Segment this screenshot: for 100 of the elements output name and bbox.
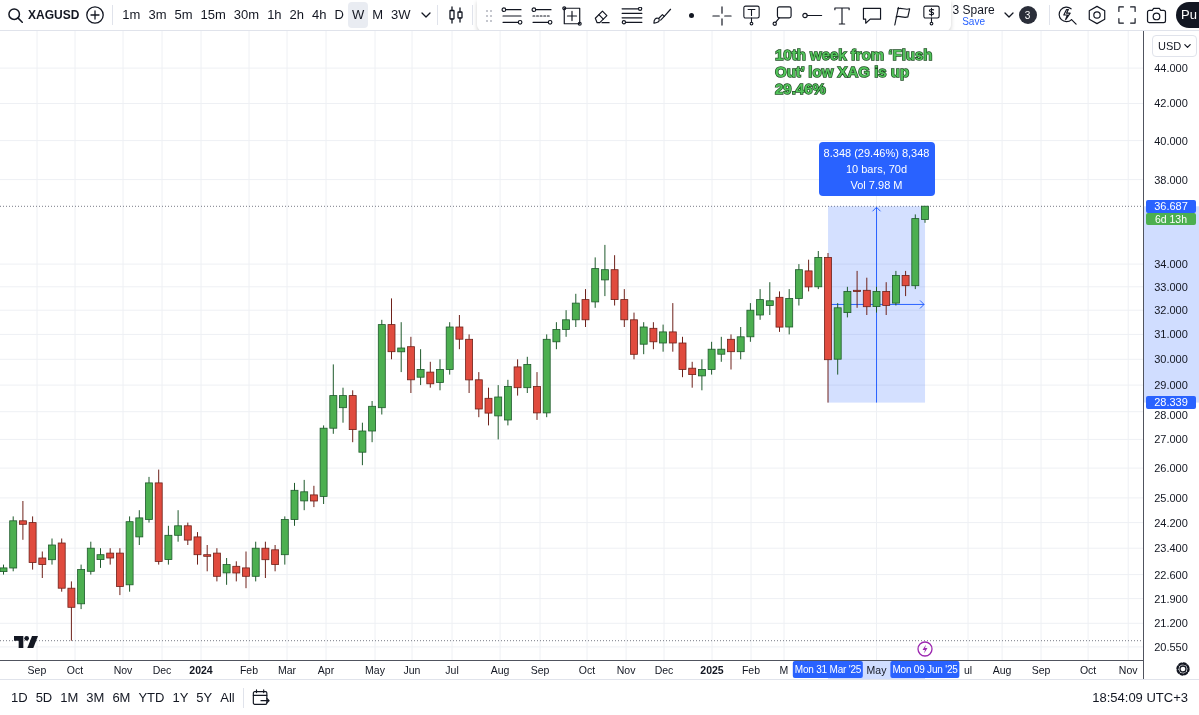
axis-label: May [365, 663, 385, 677]
callout-icon[interactable] [771, 5, 792, 26]
add-icon[interactable] [86, 6, 105, 24]
axis-label: Sep [530, 663, 550, 677]
axis-label: 26.000 [1154, 462, 1188, 475]
date-label: Mon 31 Mar '25 [792, 661, 864, 678]
interval-tab[interactable]: 1h [263, 2, 286, 28]
range-button[interactable]: 1Y [168, 685, 193, 710]
calendar-icon[interactable] [251, 688, 270, 707]
axis-label: 34.000 [1154, 258, 1188, 271]
axis-label: 21.900 [1154, 592, 1188, 605]
axis-label: Aug [992, 663, 1012, 677]
candlestick-icon[interactable] [447, 6, 464, 24]
range-button[interactable]: All [216, 685, 239, 710]
chevron-down-icon[interactable] [420, 12, 431, 18]
axis-label: Feb [741, 663, 761, 677]
eraser-icon[interactable] [592, 7, 611, 24]
interval-tab[interactable]: W [347, 2, 369, 28]
chevron-down-icon [1184, 44, 1192, 48]
brush-icon[interactable] [651, 6, 672, 25]
crosshair-box-icon[interactable] [561, 5, 582, 26]
axis-label: 29.000 [1154, 379, 1188, 392]
axis-label: Oct [1079, 663, 1097, 677]
interval-tab[interactable]: 5m [170, 2, 197, 28]
price-label: 36.687 [1146, 199, 1196, 213]
axis-label: 44.000 [1154, 62, 1188, 75]
axis-label: Sep [27, 663, 47, 677]
axis-label: May [866, 663, 887, 677]
axis-label: 42.000 [1154, 97, 1188, 110]
bolt-magnifier-icon[interactable] [1056, 5, 1077, 25]
axis-label: 28.000 [1154, 409, 1188, 422]
dot-icon[interactable] [689, 13, 695, 18]
axis-label: Jul [445, 663, 459, 677]
parallel-lines-icon[interactable] [500, 6, 523, 25]
axis-label: Oct [66, 663, 84, 677]
settings-icon[interactable] [1176, 662, 1190, 676]
range-button[interactable]: 1M [56, 685, 83, 710]
axis-label: 24.200 [1154, 516, 1188, 529]
dashed-lines-icon[interactable] [530, 6, 553, 25]
axis-label: Dec [654, 663, 674, 677]
range-button[interactable]: 6M [108, 685, 135, 710]
interval-tab[interactable]: 3W [387, 2, 415, 28]
measurement-text: 8.348 (29.46%) 8,348 [823, 146, 930, 162]
search-icon[interactable] [8, 7, 23, 23]
axis-label: Nov [1118, 663, 1138, 677]
interval-tab[interactable]: 2h [285, 2, 309, 28]
axis-label: Dec [152, 663, 172, 677]
range-button[interactable]: YTD [134, 685, 169, 710]
clock-text: 18:54:09 UTC+3 [1092, 688, 1188, 707]
price-label: 28.339 [1146, 396, 1196, 410]
lightning-icon[interactable] [917, 641, 934, 657]
measurement-text: Vol 7.98 M [850, 178, 903, 194]
axis-label: 31.000 [1154, 328, 1188, 341]
range-button[interactable]: 1D [7, 685, 32, 710]
camera-icon[interactable] [1146, 6, 1168, 24]
axis-label: 23.400 [1154, 542, 1188, 555]
measurement-text: 10 bars, 70d [845, 162, 908, 178]
date-label: Mon 09 Jun '25 [890, 661, 960, 678]
interval-tab[interactable]: 3m [144, 2, 171, 28]
chevron-down-icon[interactable] [1003, 12, 1014, 18]
interval-tab[interactable]: 30m [229, 2, 264, 28]
range-button[interactable]: 5D [31, 685, 57, 710]
fullscreen-icon[interactable] [1117, 6, 1136, 24]
axis-label: M [779, 663, 789, 677]
axis-label: 20.550 [1154, 640, 1188, 653]
interval-tab[interactable]: 15m [196, 2, 230, 28]
axis-label: 38.000 [1154, 173, 1188, 186]
text-icon[interactable] [833, 6, 850, 25]
range-button[interactable]: 3M [82, 685, 109, 710]
axis-label: Sep [1031, 663, 1051, 677]
horizontal-lines-icon[interactable] [620, 6, 643, 25]
axis-label: 22.600 [1154, 568, 1188, 581]
ray-icon[interactable] [800, 12, 823, 19]
action-button[interactable]: Pu [1176, 2, 1199, 28]
save-link[interactable]: Save [962, 16, 985, 27]
axis-label: 30.000 [1154, 353, 1188, 366]
interval-tab[interactable]: 1m [118, 2, 145, 28]
crosshair-icon[interactable] [711, 5, 732, 26]
text-box-icon[interactable] [743, 5, 761, 26]
drag-handle-icon[interactable] [485, 9, 492, 22]
currency-dropdown[interactable]: USD [1152, 35, 1198, 57]
axis-label: 40.000 [1154, 134, 1188, 147]
dollar-box-icon[interactable] [923, 5, 941, 26]
settings-icon[interactable] [1086, 5, 1107, 25]
symbol-name[interactable]: XAGUSD [28, 6, 80, 24]
interval-tab[interactable]: M [368, 2, 388, 28]
axis-label: 2024 [189, 663, 213, 677]
count-badge[interactable]: 3 [1018, 6, 1037, 24]
interval-tab[interactable]: D [330, 2, 348, 28]
layout-name[interactable]: 3 Spare [952, 3, 995, 16]
speech-bubble-icon[interactable] [861, 6, 882, 25]
axis-label: Feb [239, 663, 259, 677]
flag-icon[interactable] [892, 5, 911, 26]
axis-label: Nov [616, 663, 636, 677]
axis-label: Nov [113, 663, 133, 677]
axis-label: Jun [403, 663, 421, 677]
axis-label: 32.000 [1154, 304, 1188, 317]
range-button[interactable]: 5Y [192, 685, 217, 710]
interval-tab[interactable]: 4h [308, 2, 331, 28]
axis-label: Aug [490, 663, 510, 677]
